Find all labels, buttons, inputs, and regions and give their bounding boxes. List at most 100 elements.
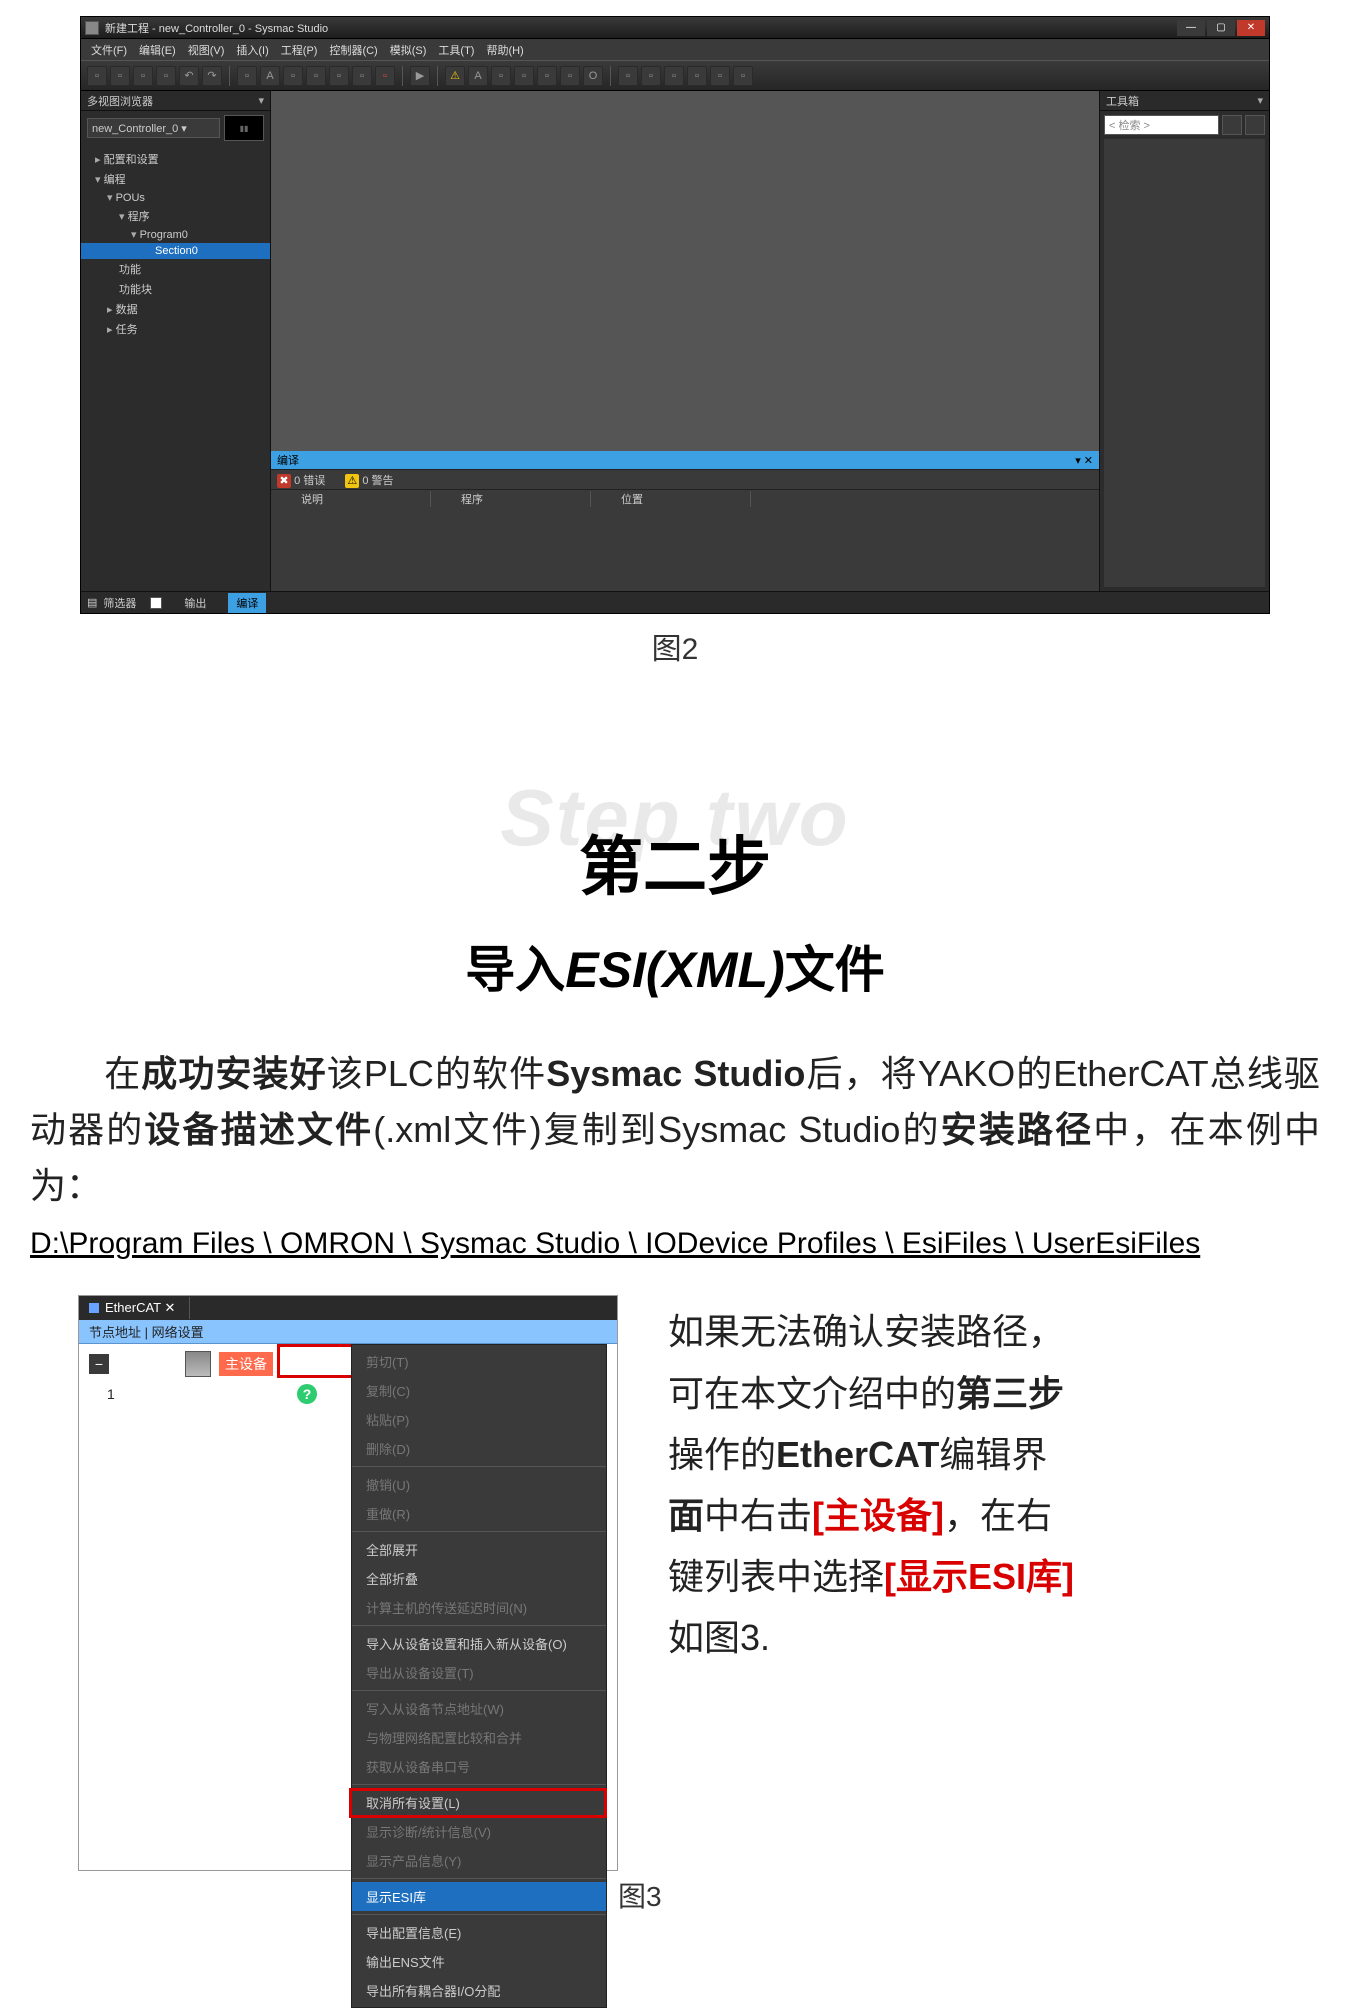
output-col-program: 程序	[431, 491, 591, 507]
tool-icon[interactable]: ↶	[179, 66, 199, 86]
tree-function-blocks[interactable]: 功能块	[81, 279, 270, 299]
output-panel: 编译 ▾ ✕ ✖ 0 错误 ⚠ 0 警告 说明 程序 位置	[271, 451, 1099, 591]
tool-icon[interactable]: ▫	[375, 66, 395, 86]
ctx-calc-delay: 计算主机的传送延迟时间(N)	[352, 1593, 606, 1622]
filter-label[interactable]: 筛选器	[103, 595, 136, 611]
filter-icon: ▤	[87, 596, 97, 609]
ethercat-tabbar: EtherCAT ✕	[79, 1296, 617, 1320]
tool-icon[interactable]: ▫	[110, 66, 130, 86]
menu-view[interactable]: 视图(V)	[188, 42, 225, 58]
node-number: 1	[107, 1386, 115, 1402]
warning-icon[interactable]: ⚠	[445, 66, 465, 86]
ctx-redo: 重做(R)	[352, 1499, 606, 1528]
statusbar-tab-output[interactable]: 输出	[176, 593, 214, 613]
menu-file[interactable]: 文件(F)	[91, 42, 127, 58]
tree-config[interactable]: 配置和设置	[81, 149, 270, 169]
search-clear-button[interactable]	[1245, 115, 1265, 135]
output-panel-controls[interactable]: ▾ ✕	[1075, 454, 1093, 467]
menu-simulate[interactable]: 模拟(S)	[390, 42, 427, 58]
minimize-button[interactable]: —	[1177, 20, 1205, 36]
error-icon: ✖	[277, 474, 291, 488]
tree-programming[interactable]: 编程	[81, 169, 270, 189]
menu-help[interactable]: 帮助(H)	[486, 42, 523, 58]
menu-insert[interactable]: 插入(I)	[236, 42, 268, 58]
tool-icon[interactable]: ▫	[237, 66, 257, 86]
toolbox-search-input[interactable]: < 检索 >	[1104, 115, 1219, 135]
tool-icon[interactable]: ▫	[491, 66, 511, 86]
ctx-expand-all[interactable]: 全部展开	[352, 1535, 606, 1564]
panel-pin-icon[interactable]: ▾	[258, 94, 264, 107]
tool-icon[interactable]: ▫	[710, 66, 730, 86]
menu-bar: 文件(F) 编辑(E) 视图(V) 插入(I) 工程(P) 控制器(C) 模拟(…	[81, 39, 1269, 61]
tree-programs[interactable]: 程序	[81, 206, 270, 226]
ctx-export-io[interactable]: 导出所有耦合器I/O分配	[352, 1976, 606, 2005]
toolbar-separator	[437, 66, 438, 86]
step-sub-em: ESI(XML)	[565, 942, 784, 998]
tool-icon[interactable]: ▫	[133, 66, 153, 86]
desc-text: 可在本文介绍中的	[668, 1373, 956, 1414]
ctx-show-esi[interactable]: 显示ESI库	[352, 1882, 606, 1911]
tool-icon[interactable]: ▫	[87, 66, 107, 86]
tool-icon[interactable]: ▫	[537, 66, 557, 86]
master-device-label[interactable]: 主设备	[219, 1352, 273, 1376]
search-button[interactable]	[1222, 115, 1242, 135]
tool-icon[interactable]: ▫	[306, 66, 326, 86]
tool-icon[interactable]: ▫	[329, 66, 349, 86]
tree-functions[interactable]: 功能	[81, 259, 270, 279]
menu-edit[interactable]: 编辑(E)	[139, 42, 176, 58]
desc-red: [主设备]	[812, 1495, 944, 1536]
tool-icon[interactable]: ▫	[687, 66, 707, 86]
highlight-esi	[349, 1788, 607, 1818]
warning-count: 0 警告	[362, 475, 393, 487]
body-paragraph: 在成功安装好该PLC的软件Sysmac Studio后，将YAKO的EtherC…	[0, 1002, 1350, 1213]
tool-icon[interactable]: ▫	[560, 66, 580, 86]
collapse-icon[interactable]: −	[89, 1354, 109, 1374]
tool-icon[interactable]: A	[468, 66, 488, 86]
ctx-collapse-all[interactable]: 全部折叠	[352, 1564, 606, 1593]
toolbar: ▫ ▫ ▫ ▫ ↶ ↷ ▫ A ▫ ▫ ▫ ▫ ▫ ▶ ⚠ A ▫ ▫ ▫ ▫ …	[81, 61, 1269, 91]
tool-icon[interactable]: ▫	[618, 66, 638, 86]
controller-combo[interactable]: new_Controller_0 ▾	[87, 118, 220, 138]
tool-icon[interactable]: ▫	[641, 66, 661, 86]
toolbox-body	[1104, 139, 1265, 587]
ctx-import-slave[interactable]: 导入从设备设置和插入新从设备(O)	[352, 1629, 606, 1658]
tool-icon[interactable]: ▶	[410, 66, 430, 86]
tool-icon[interactable]: ▫	[514, 66, 534, 86]
desc-text: 如图3.	[668, 1617, 770, 1658]
toolbar-separator	[402, 66, 403, 86]
para-text: 该PLC的软件	[327, 1053, 546, 1094]
output-col-desc: 说明	[271, 491, 431, 507]
project-tree[interactable]: 配置和设置 编程 POUs 程序 Program0 Section0 功能 功能…	[81, 145, 270, 591]
tool-icon[interactable]: ▫	[664, 66, 684, 86]
filter-checkbox[interactable]	[150, 597, 162, 609]
menu-tools[interactable]: 工具(T)	[438, 42, 474, 58]
editor-canvas[interactable]	[271, 91, 1099, 451]
statusbar-tab-compile[interactable]: 编译	[228, 593, 266, 613]
ctx-export-config[interactable]: 导出配置信息(E)	[352, 1918, 606, 1947]
ctx-paste: 粘贴(P)	[352, 1405, 606, 1434]
ctx-output-ens[interactable]: 输出ENS文件	[352, 1947, 606, 1976]
tool-icon[interactable]: A	[260, 66, 280, 86]
tool-icon[interactable]: ▫	[156, 66, 176, 86]
panel-pin-icon[interactable]: ▾	[1257, 94, 1263, 107]
ethercat-tab[interactable]: EtherCAT ✕	[79, 1297, 190, 1319]
menu-project[interactable]: 工程(P)	[281, 42, 318, 58]
tool-icon[interactable]: ▫	[733, 66, 753, 86]
tree-program0[interactable]: Program0	[81, 226, 270, 243]
tool-icon[interactable]: O	[583, 66, 603, 86]
menu-controller[interactable]: 控制器(C)	[329, 42, 377, 58]
desc-text: 键列表中选择	[668, 1556, 884, 1597]
close-button[interactable]: ✕	[1237, 20, 1265, 36]
tree-pous[interactable]: POUs	[81, 189, 270, 206]
tool-icon[interactable]: ▫	[352, 66, 372, 86]
tool-icon[interactable]: ↷	[202, 66, 222, 86]
tool-icon[interactable]: ▫	[283, 66, 303, 86]
ethercat-editor: EtherCAT ✕ 节点地址 | 网络设置 − 主设备 1 ? 剪切(T) 复…	[78, 1295, 618, 1871]
toolbox-title: 工具箱	[1106, 93, 1139, 109]
maximize-button[interactable]: ▢	[1207, 20, 1235, 36]
toolbox-panel: 工具箱 ▾ < 检索 >	[1099, 91, 1269, 591]
tree-data[interactable]: 数据	[81, 299, 270, 319]
tree-section0[interactable]: Section0	[81, 243, 270, 259]
desc-text: 编辑界	[939, 1434, 1047, 1475]
tree-tasks[interactable]: 任务	[81, 319, 270, 339]
